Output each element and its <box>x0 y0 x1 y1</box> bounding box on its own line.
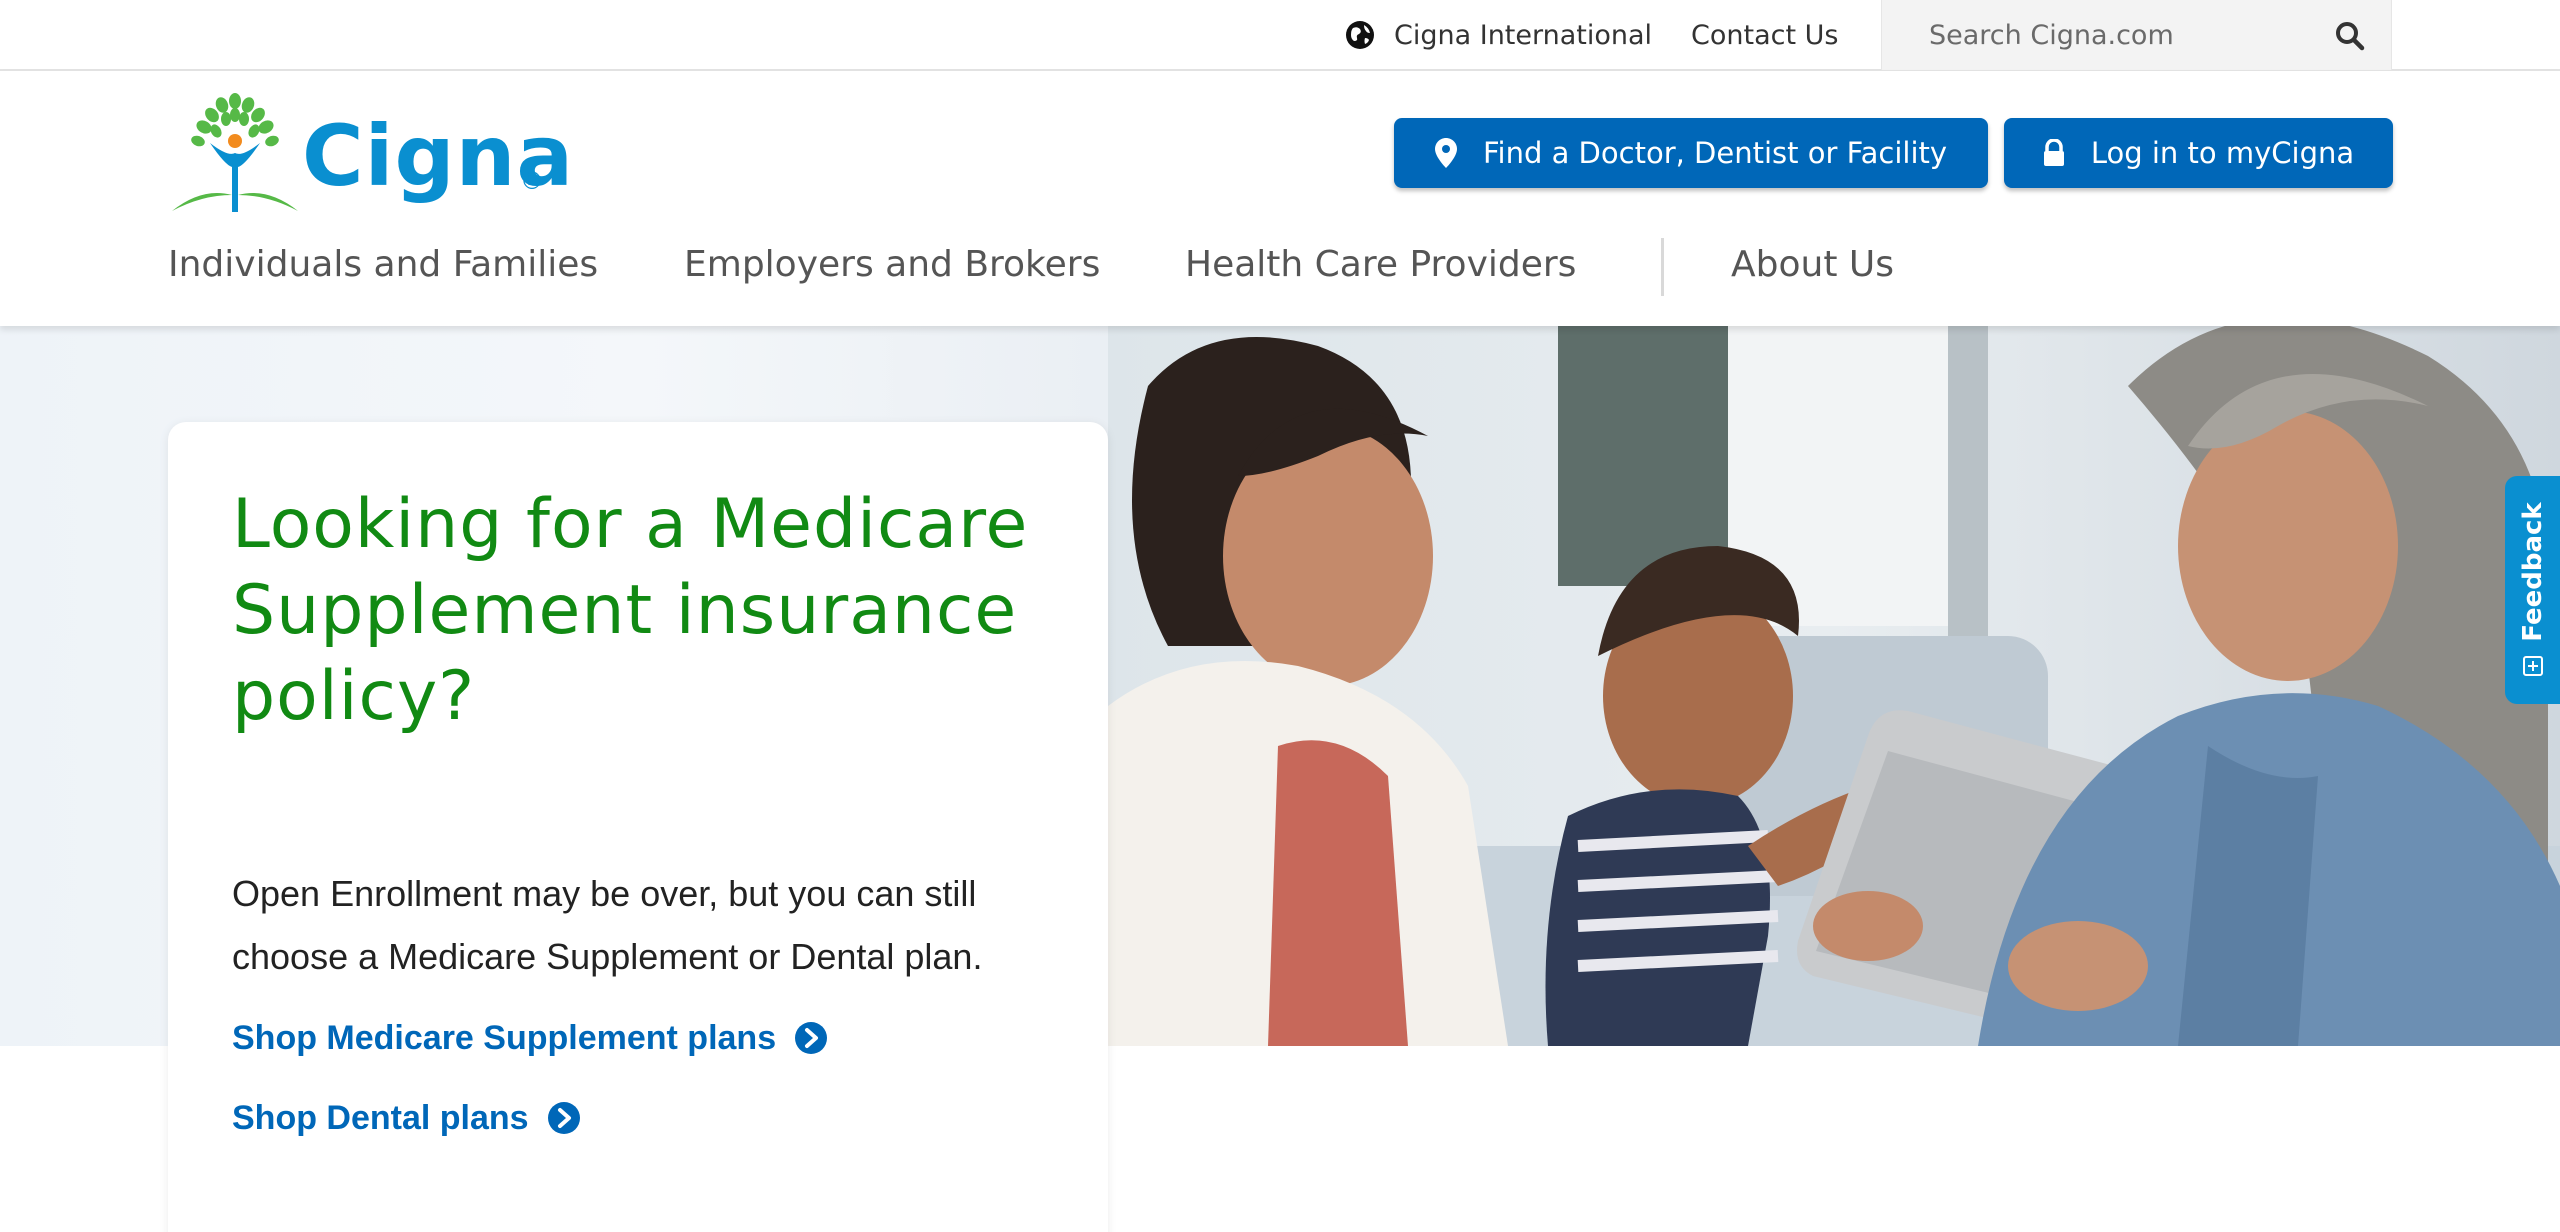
nav-individuals-families[interactable]: Individuals and Families <box>168 228 598 300</box>
chevron-right-circle-icon <box>547 1102 580 1134</box>
shop-medicare-link[interactable]: Shop Medicare Supplement plans <box>232 1016 828 1060</box>
tree-of-life-icon <box>172 93 298 212</box>
feedback-label: Feedback <box>2517 502 2548 642</box>
cigna-international-label: Cigna International <box>1394 19 1653 51</box>
map-pin-icon <box>1434 138 1457 168</box>
hero-title: Looking for a Medicare Supplement insura… <box>232 485 1029 736</box>
main-header: Cigna ® Find a Doctor, Dentist or Facili… <box>0 71 2560 326</box>
nav-employers-brokers[interactable]: Employers and Brokers <box>684 228 1100 300</box>
logo-registered-mark: ® <box>520 167 544 195</box>
shop-medicare-label: Shop Medicare Supplement plans <box>232 1018 777 1057</box>
nav-divider <box>1661 238 1664 296</box>
hero-family-photo <box>1108 326 2560 1046</box>
search-icon[interactable] <box>2334 20 2366 52</box>
find-doctor-button[interactable]: Find a Doctor, Dentist or Facility <box>1394 118 1988 188</box>
main-nav: Individuals and Families Employers and B… <box>0 228 2560 300</box>
search-box <box>1881 0 2392 70</box>
contact-us-link[interactable]: Contact Us <box>1691 16 1838 54</box>
login-mycigna-label: Log in to myCigna <box>2090 136 2355 170</box>
hero-body: Open Enrollment may be over, but you can… <box>232 873 983 977</box>
search-input[interactable] <box>1929 19 2319 51</box>
login-mycigna-button[interactable]: Log in to myCigna <box>2004 118 2393 188</box>
lock-icon <box>2043 139 2064 166</box>
shop-dental-label: Shop Dental plans <box>232 1098 529 1137</box>
nav-health-care-providers[interactable]: Health Care Providers <box>1185 228 1576 300</box>
hero-section: Looking for a Medicare Supplement insura… <box>0 326 2560 1232</box>
utility-bar: Cigna International Contact Us <box>0 0 2560 71</box>
shop-dental-link[interactable]: Shop Dental plans <box>232 1096 581 1140</box>
feedback-tab[interactable]: Feedback <box>2505 476 2560 704</box>
chevron-right-circle-icon <box>795 1022 828 1054</box>
nav-about-us[interactable]: About Us <box>1731 228 1894 300</box>
cigna-logo[interactable]: Cigna ® <box>170 91 573 221</box>
globe-icon <box>1346 21 1374 49</box>
feedback-icon <box>2523 656 2543 676</box>
find-doctor-label: Find a Doctor, Dentist or Facility <box>1482 136 1948 170</box>
contact-us-label: Contact Us <box>1691 19 1839 51</box>
cigna-international-link[interactable]: Cigna International <box>1344 16 1652 54</box>
hero-card: Looking for a Medicare Supplement insura… <box>168 422 1108 1232</box>
